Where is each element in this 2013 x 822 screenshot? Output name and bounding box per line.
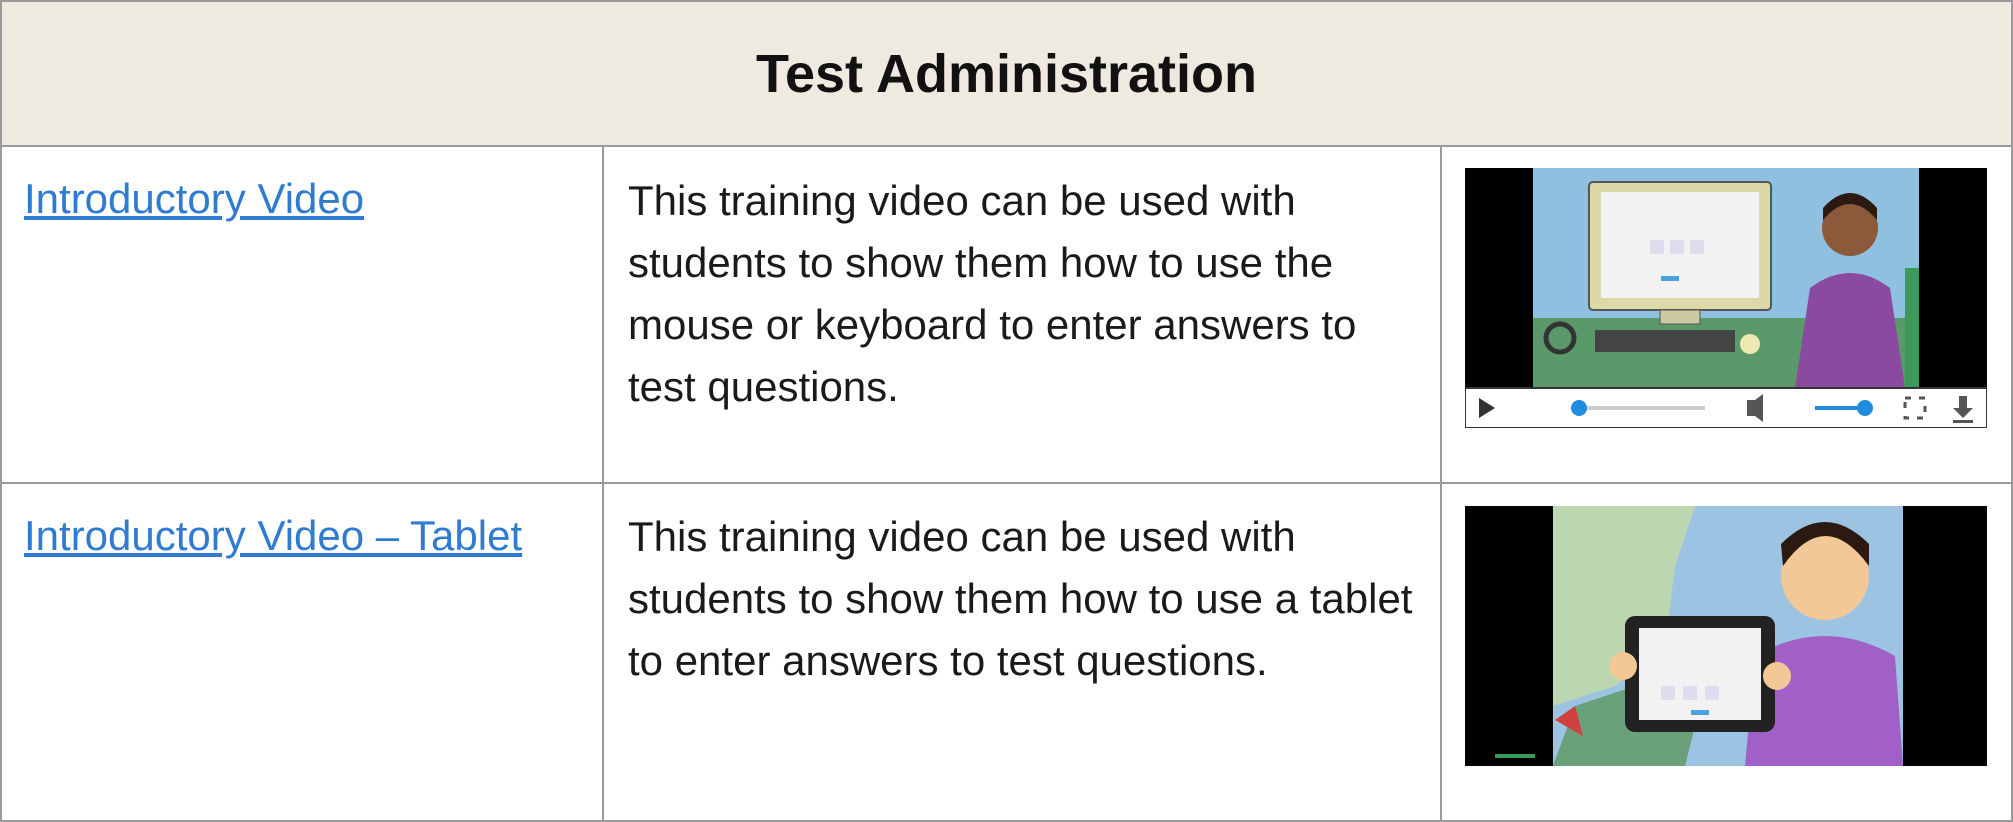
introductory-video-tablet-link[interactable]: Introductory Video – Tablet <box>24 512 522 560</box>
row-description: This training video can be used with stu… <box>628 513 1413 684</box>
tablet-scene-image <box>1465 506 1987 766</box>
introductory-video-link[interactable]: Introductory Video <box>24 175 364 223</box>
video-thumbnail-tablet[interactable] <box>1465 506 1987 766</box>
table-header: Test Administration <box>2 2 2011 147</box>
video-thumbnail-computer[interactable] <box>1465 168 1987 428</box>
computer-scene-image <box>1465 168 1987 428</box>
column-divider <box>1440 145 1442 822</box>
column-divider <box>602 145 604 822</box>
table-title: Test Administration <box>755 43 1258 104</box>
row-description: This training video can be used with stu… <box>628 177 1357 410</box>
resource-table: Test Administration Introductory Video T… <box>0 0 2013 822</box>
row-divider <box>0 482 2013 484</box>
